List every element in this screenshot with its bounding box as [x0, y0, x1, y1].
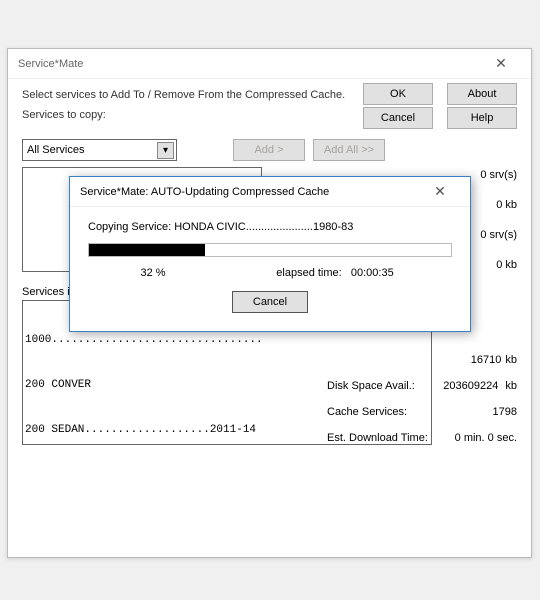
- progress-bar: [88, 243, 452, 257]
- cache-services-label: Cache Services:: [327, 406, 407, 418]
- disk-space-value: 203609224: [428, 380, 498, 392]
- stat-srv-2: 0 srv(s): [480, 229, 517, 241]
- services-combo[interactable]: All Services ▾: [22, 139, 177, 161]
- est-download-label: Est. Download Time:: [327, 432, 428, 444]
- progress-percent: 32 %: [88, 267, 218, 279]
- chevron-down-icon[interactable]: ▾: [157, 142, 174, 159]
- est-download-value: 0 min. 0 sec.: [455, 432, 517, 444]
- est-download-row: Est. Download Time: 0 min. 0 sec.: [327, 432, 517, 444]
- elapsed-time: elapsed time: 00:00:35: [218, 267, 452, 279]
- cache-services-value: 1798: [447, 406, 517, 418]
- add-button[interactable]: Add >: [233, 139, 305, 161]
- help-button[interactable]: Help: [447, 107, 517, 129]
- disk-space-row: Disk Space Avail.: 203609224 kb: [327, 380, 517, 392]
- stat-srv-1: 0 srv(s): [480, 169, 517, 181]
- progress-dialog: Service*Mate: AUTO-Updating Compressed C…: [69, 176, 471, 332]
- disk-space-label: Disk Space Avail.:: [327, 380, 415, 392]
- elapsed-label: elapsed time:: [276, 267, 341, 279]
- main-title: Service*Mate: [18, 58, 83, 70]
- cancel-button[interactable]: Cancel: [363, 107, 433, 129]
- add-all-button[interactable]: Add All >>: [313, 139, 385, 161]
- elapsed-value: 00:00:35: [351, 267, 394, 279]
- about-button[interactable]: About: [447, 83, 517, 105]
- modal-title: Service*Mate: AUTO-Updating Compressed C…: [80, 186, 329, 198]
- modal-close-icon[interactable]: ✕: [420, 178, 460, 206]
- disk-space-unit: kb: [505, 380, 517, 392]
- right-info-column: 16710 kb Disk Space Avail.: 203609224 kb…: [327, 354, 517, 458]
- main-titlebar: Service*Mate ✕: [8, 49, 531, 79]
- services-row: All Services ▾ Add > Add All >>: [22, 139, 517, 161]
- cache-kb-unit: kb: [505, 354, 517, 366]
- progress-info-row: 32 % elapsed time: 00:00:35: [88, 267, 452, 279]
- modal-body: Copying Service: HONDA CIVIC............…: [70, 207, 470, 331]
- copying-text: Copying Service: HONDA CIVIC............…: [88, 221, 452, 233]
- cache-kb-value: 16710: [431, 354, 501, 366]
- stat-kb-2: 0 kb: [480, 259, 517, 271]
- list-item[interactable]: 1000................................: [25, 333, 429, 348]
- modal-cancel-button[interactable]: Cancel: [232, 291, 308, 313]
- progress-fill: [89, 244, 205, 256]
- top-button-group: OK About Cancel Help: [363, 83, 517, 129]
- combo-value: All Services: [27, 144, 84, 156]
- stat-kb-1: 0 kb: [480, 199, 517, 211]
- cache-kb-row: 16710 kb: [327, 354, 517, 366]
- ok-button[interactable]: OK: [363, 83, 433, 105]
- side-stats: 0 srv(s) 0 kb 0 srv(s) 0 kb: [480, 169, 517, 271]
- cache-services-row: Cache Services: 1798: [327, 406, 517, 418]
- modal-titlebar: Service*Mate: AUTO-Updating Compressed C…: [70, 177, 470, 207]
- close-icon[interactable]: ✕: [481, 50, 521, 78]
